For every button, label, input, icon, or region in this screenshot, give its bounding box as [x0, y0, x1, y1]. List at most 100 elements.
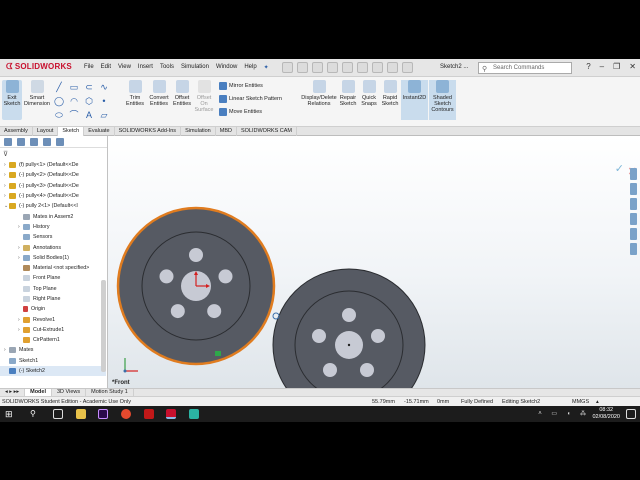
tree-item[interactable]: › Solid Bodies(1)	[0, 253, 106, 263]
display-manager-icon[interactable]	[56, 138, 64, 146]
undo-icon[interactable]	[357, 62, 368, 73]
file-explorer-icon[interactable]	[630, 198, 637, 210]
options-icon[interactable]	[402, 62, 413, 73]
chrome-icon[interactable]	[121, 409, 131, 419]
menu-help[interactable]: Help	[244, 64, 256, 71]
menu-insert[interactable]: Insert	[138, 64, 153, 71]
fillet-icon[interactable]: ⌒	[68, 109, 80, 121]
menu-simulation[interactable]: Simulation	[181, 64, 209, 71]
slot-icon[interactable]: ⊂	[83, 81, 95, 93]
solidworks-logo[interactable]: ᗧ SOLIDWORKS	[6, 62, 72, 72]
notification-icon[interactable]	[626, 409, 636, 419]
tree-item[interactable]: › (f) pully<1> (Default<<De	[0, 160, 106, 170]
select-icon[interactable]	[372, 62, 383, 73]
save-icon[interactable]	[327, 62, 338, 73]
help-icon[interactable]: ?	[586, 62, 590, 71]
property-manager-icon[interactable]	[17, 138, 25, 146]
tree-item[interactable]: › (-) pully<4> (Default<<De	[0, 191, 106, 201]
dimxpert-icon[interactable]	[43, 138, 51, 146]
clock[interactable]: 08:32 02/08/2020	[592, 407, 620, 420]
tree-item[interactable]: Sensors	[0, 232, 106, 242]
tree-item[interactable]: Right Plane	[0, 294, 106, 304]
custom-properties-icon[interactable]	[630, 243, 637, 255]
tree-item[interactable]: Origin	[0, 304, 106, 314]
offset-on-surface-button[interactable]: Offset On Surface	[193, 80, 215, 113]
premiere-icon[interactable]	[98, 409, 108, 419]
tree-item-active[interactable]: (-) Sketch2	[0, 365, 106, 377]
polygon-icon[interactable]: ⬡	[83, 95, 95, 107]
tab-motion-study[interactable]: Motion Study 1	[86, 389, 134, 396]
search-input[interactable]: ⚲ Search Commands	[478, 62, 572, 74]
offset-entities-button[interactable]: Offset Entities	[171, 80, 193, 107]
new-icon[interactable]	[297, 62, 308, 73]
point-icon[interactable]: •	[98, 95, 110, 107]
exit-sketch-button[interactable]: Exit Sketch	[2, 80, 22, 120]
minimize-icon[interactable]: –	[600, 62, 604, 71]
tree-item[interactable]: Top Plane	[0, 284, 106, 294]
tree-item[interactable]: ⌄ (-) pully 2<1> (Default<<I	[0, 201, 106, 211]
acrobat-icon[interactable]	[144, 409, 154, 419]
linear-pattern-button[interactable]: Linear Sketch Pattern	[219, 95, 282, 103]
tab-solidworks-cam[interactable]: SOLIDWORKS CAM	[237, 127, 298, 136]
tab-evaluate[interactable]: Evaluate	[84, 127, 115, 136]
file-explorer-icon[interactable]	[76, 409, 86, 419]
search-icon[interactable]: ⚲	[30, 409, 40, 419]
tab-assembly[interactable]: Assembly	[0, 127, 33, 136]
plane-icon[interactable]: ▱	[98, 109, 110, 121]
quick-snaps-button[interactable]: Quick Snaps	[359, 80, 379, 107]
system-tray[interactable]: ˄ ▭ ◖ ⁂	[538, 410, 590, 417]
tree-item[interactable]: › Mates	[0, 345, 106, 355]
menu-window[interactable]: Window	[216, 64, 237, 71]
feature-tree-icon[interactable]	[4, 138, 12, 146]
rebuild-icon[interactable]	[387, 62, 398, 73]
tab-simulation[interactable]: Simulation	[181, 127, 216, 136]
tree-item[interactable]: CirPattern1	[0, 335, 106, 345]
display-delete-relations-button[interactable]: Display/Delete Relations	[298, 80, 340, 107]
move-entities-button[interactable]: Move Entities	[219, 108, 262, 116]
restore-icon[interactable]: ❐	[613, 62, 620, 71]
task-view-icon[interactable]	[53, 409, 63, 419]
close-icon[interactable]: ✕	[629, 62, 636, 71]
tree-item[interactable]: Front Plane	[0, 273, 106, 283]
mirror-entities-button[interactable]: Mirror Entities	[219, 82, 263, 90]
resources-icon[interactable]	[630, 168, 637, 180]
tree-item[interactable]: Mates in Assem2	[0, 211, 106, 221]
home-icon[interactable]	[282, 62, 293, 73]
tree-item[interactable]: › Cut-Extrude1	[0, 325, 106, 335]
units-selector[interactable]: MMGS	[572, 399, 589, 405]
appearances-icon[interactable]	[630, 228, 637, 240]
app-taskbar-icon[interactable]	[189, 409, 199, 419]
ellipse-icon[interactable]: ⬭	[53, 109, 65, 121]
tree-item[interactable]: › History	[0, 222, 106, 232]
tree-item[interactable]: › (-) pully<2> (Default<<De	[0, 170, 106, 180]
instant2d-button[interactable]: Instant2D	[401, 80, 428, 120]
tree-scrollbar[interactable]	[101, 280, 106, 372]
tab-mbd[interactable]: MBD	[216, 127, 237, 136]
shaded-sketch-contours-button[interactable]: Shaded Sketch Contours	[429, 80, 456, 120]
menu-tools[interactable]: Tools	[160, 64, 174, 71]
text-icon[interactable]: A	[83, 109, 95, 121]
line-icon[interactable]: ╱	[53, 81, 65, 93]
windows-start-icon[interactable]: ⊞	[5, 409, 13, 420]
convert-entities-button[interactable]: Convert Entities	[147, 80, 171, 107]
tab-3d-views[interactable]: 3D Views	[52, 389, 87, 396]
tree-item[interactable]: › Annotations	[0, 242, 106, 252]
smart-dimension-button[interactable]: Smart Dimension	[24, 80, 50, 107]
rapid-sketch-button[interactable]: Rapid Sketch	[380, 80, 400, 107]
filter-icon[interactable]: ⊽	[3, 150, 8, 158]
tab-layout[interactable]: Layout	[33, 127, 59, 136]
tab-sketch[interactable]: Sketch	[58, 127, 85, 136]
configuration-manager-icon[interactable]	[30, 138, 38, 146]
tab-model[interactable]: Model	[25, 389, 52, 396]
customize-icon[interactable]: ▴	[596, 399, 599, 405]
pulley-right[interactable]	[272, 268, 426, 388]
solidworks-taskbar-icon[interactable]	[166, 409, 176, 419]
menu-edit[interactable]: Edit	[101, 64, 111, 71]
circle-icon[interactable]: ◯	[53, 95, 65, 107]
tree-item[interactable]: › Revolve1	[0, 314, 106, 324]
menu-file[interactable]: File	[84, 64, 94, 71]
trim-entities-button[interactable]: Trim Entities	[123, 80, 147, 107]
arc-icon[interactable]: ◠	[68, 95, 80, 107]
pin-icon[interactable]: ✦	[264, 64, 269, 71]
open-icon[interactable]	[312, 62, 323, 73]
